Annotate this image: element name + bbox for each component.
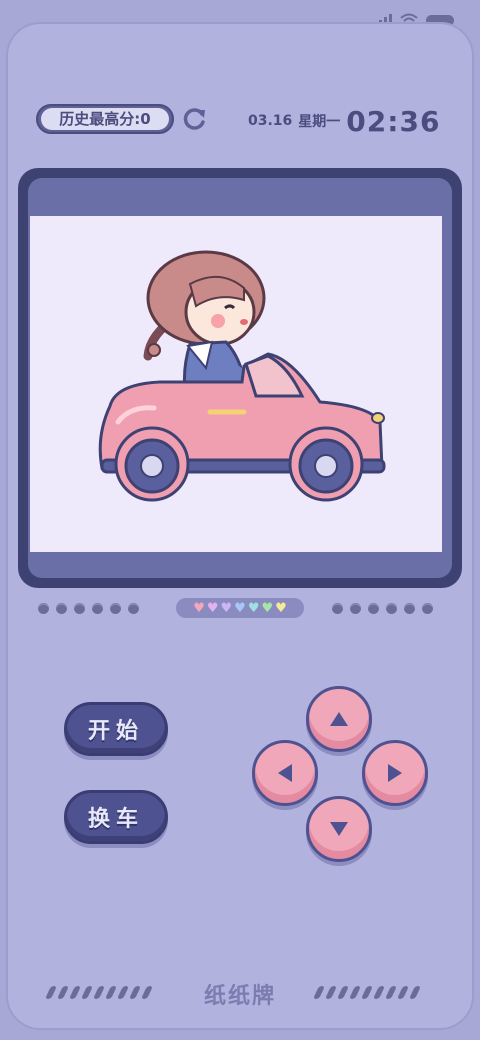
start-button-label: 开始 (87, 719, 144, 744)
dpad-left-button[interactable] (252, 740, 318, 806)
indicator-dot (38, 603, 49, 614)
date-text: 03.16 (248, 113, 293, 129)
indicator-dot (332, 603, 343, 614)
arrow-up-icon (330, 712, 348, 726)
arrow-right-icon (388, 764, 402, 782)
girl-driving-car-illustration (98, 250, 386, 502)
indicator-dot (92, 603, 103, 614)
heart-icon: ♥ (220, 600, 233, 616)
indicator-dot (74, 603, 85, 614)
game-display (30, 216, 442, 552)
indicator-dot (386, 603, 397, 614)
high-score-badge: 历史最高分:0 (36, 104, 174, 134)
change-car-button[interactable]: 换车 (64, 790, 168, 844)
high-score-label: 历史最高分:0 (41, 108, 169, 130)
arrow-left-icon (278, 764, 292, 782)
weekday-text: 星期一 (298, 114, 341, 130)
right-dots (332, 603, 433, 614)
start-button[interactable]: 开始 (64, 702, 168, 756)
date-time: 03.16 星期一 02:36 (248, 104, 440, 138)
indicator-dot (110, 603, 121, 614)
indicator-dot (404, 603, 415, 614)
change-car-button-label: 换车 (87, 807, 144, 832)
indicator-dot (422, 603, 433, 614)
brand-label: 纸纸牌 (203, 984, 276, 1009)
arrow-down-icon (330, 822, 348, 836)
indicator-dot (56, 603, 67, 614)
heart-icon: ♥ (193, 600, 205, 616)
heart-icon: ♥ (234, 600, 246, 616)
heart-icon: ♥ (206, 600, 219, 616)
left-dots (38, 603, 139, 614)
indicator-dot (368, 603, 379, 614)
dpad-up-button[interactable] (306, 686, 372, 752)
left-stripes (44, 986, 154, 999)
clock-time: 02:36 (346, 104, 441, 138)
right-stripes (312, 986, 422, 999)
heart-icon: ♥ (275, 600, 287, 616)
dpad-down-button[interactable] (306, 796, 372, 862)
refresh-icon[interactable] (182, 106, 208, 132)
hearts-bar: ♥ ♥ ♥ ♥ ♥ ♥ ♥ (176, 598, 304, 618)
indicator-dot (128, 603, 139, 614)
heart-icon: ♥ (247, 600, 260, 616)
heart-icon: ♥ (261, 600, 274, 616)
indicator-dot (350, 603, 361, 614)
dpad-right-button[interactable] (362, 740, 428, 806)
